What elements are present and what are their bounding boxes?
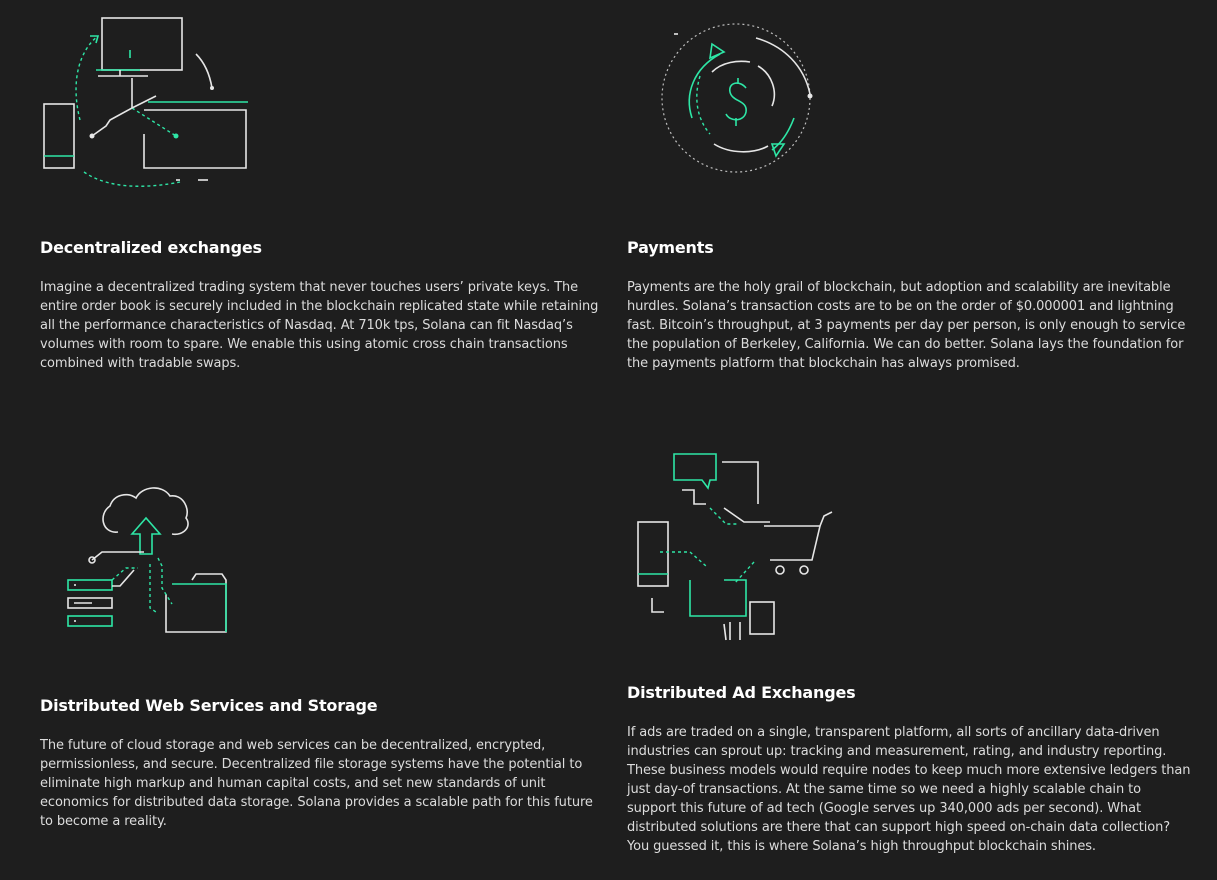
- card-description: Payments are the holy grail of blockchai…: [627, 280, 1186, 371]
- ad-exchange-icon: [637, 453, 833, 641]
- card-decentralized-exchanges: Decentralized exchanges Imagine a decent…: [0, 0, 608, 400]
- dollar-cycle-icon: [661, 23, 813, 173]
- card-ad-exchanges: Distributed Ad Exchanges If ads are trad…: [608, 430, 1217, 880]
- card-description: If ads are traded on a single, transpare…: [627, 725, 1191, 854]
- card-title: Distributed Web Services and Storage: [40, 696, 378, 715]
- exchange-network-icon: [43, 17, 248, 187]
- card-title: Decentralized exchanges: [40, 238, 262, 257]
- card-web-services-storage: Distributed Web Services and Storage The…: [0, 440, 608, 880]
- card-payments: Payments Payments are the holy grail of …: [608, 0, 1217, 400]
- card-title: Distributed Ad Exchanges: [627, 683, 856, 702]
- card-description: The future of cloud storage and web serv…: [40, 738, 593, 829]
- card-description: Imagine a decentralized trading system t…: [40, 280, 599, 371]
- card-title: Payments: [627, 238, 714, 257]
- cloud-storage-icon: [67, 487, 227, 633]
